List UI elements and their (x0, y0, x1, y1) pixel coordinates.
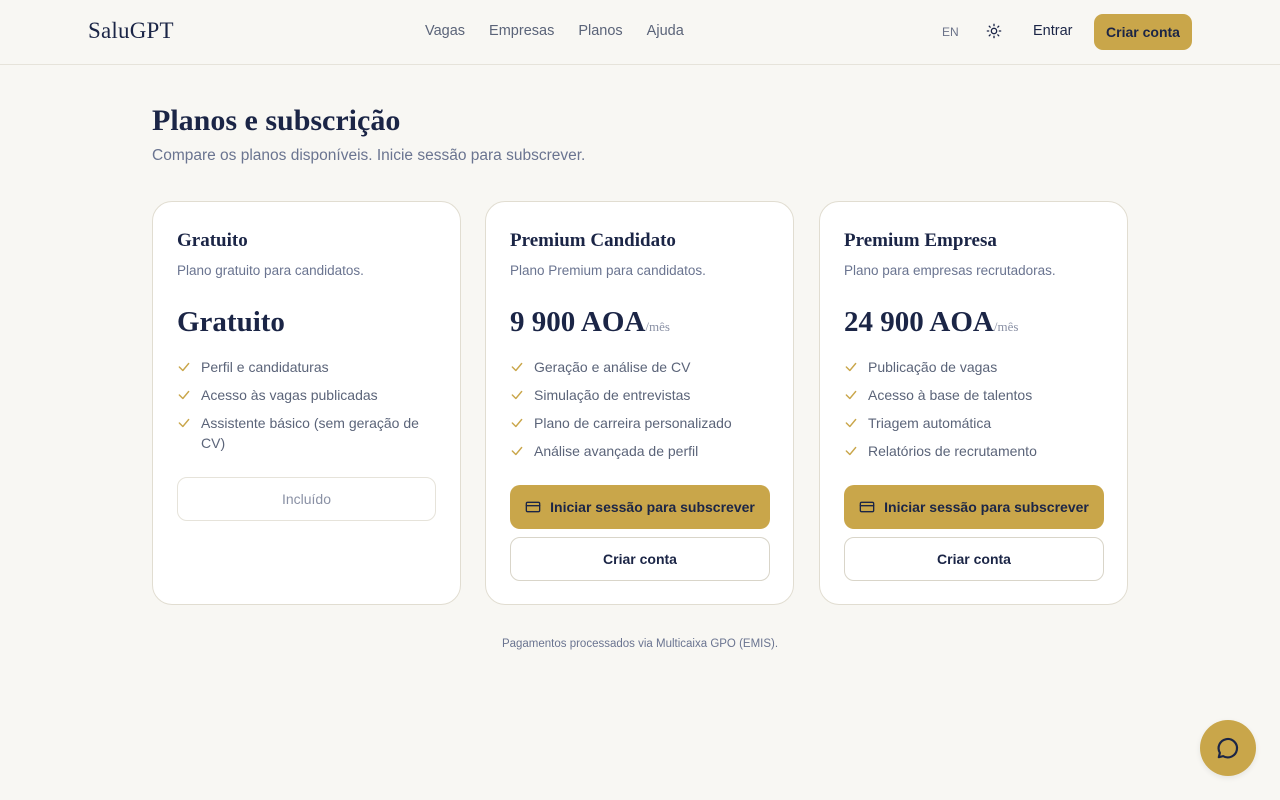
main-nav: Vagas Empresas Planos Ajuda (425, 23, 684, 39)
feature-item: Publicação de vagas (844, 357, 1103, 377)
price-period: /mês (993, 319, 1019, 334)
subscribe-button[interactable]: Iniciar sessão para subscrever (844, 485, 1104, 529)
page-subtitle: Compare os planos disponíveis. Inicie se… (152, 147, 586, 164)
plan-price: 9 900 AOA/mês (510, 306, 670, 339)
create-account-button[interactable]: Criar conta (844, 537, 1104, 581)
plan-price: Gratuito (177, 306, 285, 339)
check-icon (511, 362, 523, 372)
check-icon (845, 362, 857, 372)
plan-description: Plano Premium para candidatos. (510, 263, 706, 278)
check-icon (178, 390, 190, 400)
feature-item: Acesso às vagas publicadas (177, 385, 436, 405)
feature-label: Simulação de entrevistas (534, 387, 691, 403)
plan-name: Gratuito (177, 230, 248, 251)
top-navbar: SaluGPT Vagas Empresas Planos Ajuda EN E… (0, 0, 1280, 65)
feature-label: Assistente básico (sem geração de CV) (201, 415, 419, 451)
nav-ajuda[interactable]: Ajuda (647, 23, 684, 39)
feature-list: Publicação de vagas Acesso à base de tal… (844, 357, 1103, 469)
feature-label: Publicação de vagas (868, 359, 998, 375)
create-account-button[interactable]: Criar conta (510, 537, 770, 581)
plan-card-free: Gratuito Plano gratuito para candidatos.… (152, 201, 461, 605)
feature-item: Geração e análise de CV (510, 357, 769, 377)
feature-label: Relatórios de recrutamento (868, 443, 1037, 459)
subscribe-label: Iniciar sessão para subscrever (550, 499, 755, 515)
feature-item: Triagem automática (844, 413, 1103, 433)
price-period: /mês (645, 319, 670, 334)
credit-card-icon (859, 501, 875, 513)
check-icon (178, 418, 190, 428)
feature-label: Análise avançada de perfil (534, 443, 699, 459)
nav-planos[interactable]: Planos (578, 23, 622, 39)
feature-item: Plano de carreira personalizado (510, 413, 769, 433)
feature-item: Perfil e candidaturas (177, 357, 436, 377)
chat-bubble-icon (1217, 737, 1239, 759)
feature-item: Relatórios de recrutamento (844, 441, 1103, 461)
feature-label: Perfil e candidaturas (201, 359, 329, 375)
plan-price: 24 900 AOA/mês (844, 306, 1018, 339)
plan-card-premium-empresa: Premium Empresa Plano para empresas recr… (819, 201, 1128, 605)
logo[interactable]: SaluGPT (88, 18, 174, 44)
plan-card-premium-candidato: Premium Candidato Plano Premium para can… (485, 201, 794, 605)
feature-label: Acesso às vagas publicadas (201, 387, 378, 403)
theme-toggle-button[interactable] (983, 20, 1005, 42)
price-amount: 9 900 AOA (510, 306, 646, 338)
subscribe-label: Iniciar sessão para subscrever (884, 499, 1089, 515)
check-icon (511, 446, 523, 456)
feature-list: Geração e análise de CV Simulação de ent… (510, 357, 769, 469)
feature-label: Plano de carreira personalizado (534, 415, 732, 431)
check-icon (845, 418, 857, 428)
feature-list: Perfil e candidaturas Acesso às vagas pu… (177, 357, 436, 461)
plan-name: Premium Candidato (510, 230, 676, 251)
plan-name: Premium Empresa (844, 230, 997, 251)
feature-label: Triagem automática (868, 415, 992, 431)
credit-card-icon (525, 501, 541, 513)
check-icon (845, 446, 857, 456)
check-icon (845, 390, 857, 400)
price-amount: Gratuito (177, 306, 285, 338)
nav-empresas[interactable]: Empresas (489, 23, 554, 39)
payments-note: Pagamentos processados via Multicaixa GP… (501, 638, 779, 650)
feature-label: Acesso à base de talentos (868, 387, 1033, 403)
feature-item: Acesso à base de talentos (844, 385, 1103, 405)
sun-icon (986, 23, 1002, 39)
included-button: Incluído (177, 477, 436, 521)
page-title: Planos e subscrição (152, 104, 401, 137)
subscribe-button[interactable]: Iniciar sessão para subscrever (510, 485, 770, 529)
plan-description: Plano gratuito para candidatos. (177, 263, 364, 278)
chat-button[interactable] (1200, 720, 1256, 776)
feature-item: Análise avançada de perfil (510, 441, 769, 461)
language-toggle[interactable]: EN (942, 25, 959, 39)
feature-item: Simulação de entrevistas (510, 385, 769, 405)
login-link[interactable]: Entrar (1033, 23, 1073, 39)
nav-vagas[interactable]: Vagas (425, 23, 465, 39)
plan-description: Plano para empresas recrutadoras. (844, 263, 1056, 278)
feature-label: Geração e análise de CV (534, 359, 691, 375)
signup-button[interactable]: Criar conta (1094, 14, 1192, 50)
check-icon (511, 390, 523, 400)
check-icon (511, 418, 523, 428)
feature-item: Assistente básico (sem geração de CV) (177, 413, 436, 453)
check-icon (178, 362, 190, 372)
price-amount: 24 900 AOA (844, 306, 994, 338)
